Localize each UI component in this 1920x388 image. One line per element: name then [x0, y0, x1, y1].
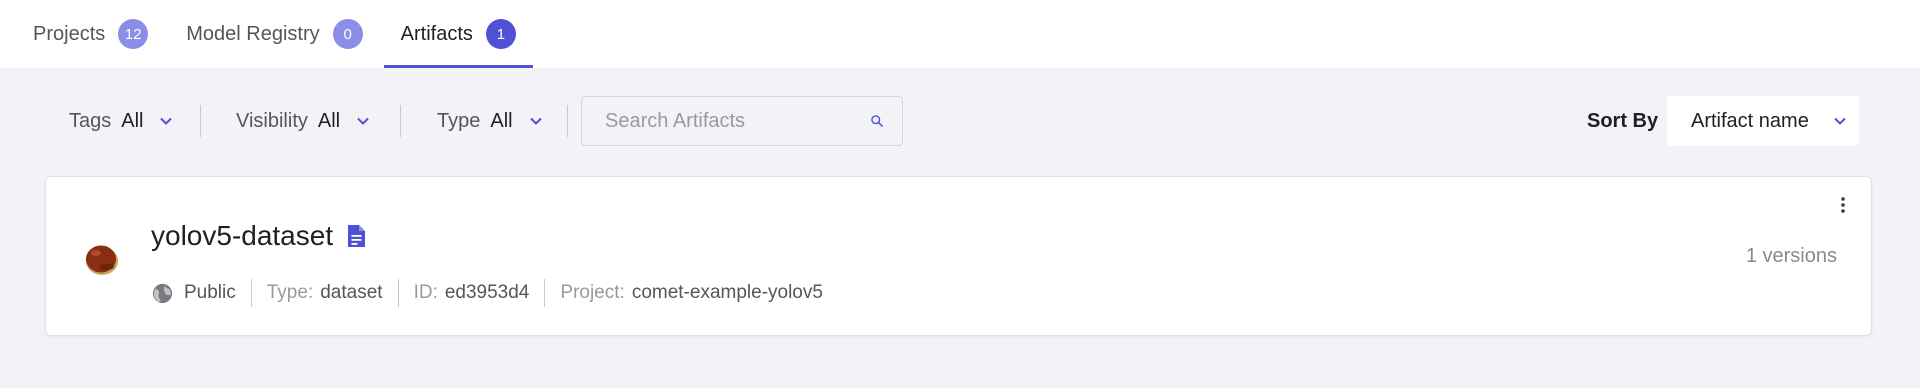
- tags-filter-value: All: [121, 109, 144, 132]
- chestnut-avatar-icon: [86, 245, 118, 275]
- search-icon[interactable]: [870, 110, 884, 132]
- tab-projects[interactable]: Projects 12: [33, 0, 165, 68]
- meta-divider: [397, 279, 399, 307]
- tab-model-registry-count-badge: 0: [332, 19, 363, 49]
- tags-filter[interactable]: Tags All: [69, 96, 173, 146]
- artifact-card[interactable]: yolov5-dataset Public Type: dataset ID: …: [45, 176, 1872, 336]
- search-box: [581, 96, 903, 146]
- visibility-meta: Public: [151, 282, 236, 305]
- type-filter-label: Type: [437, 109, 481, 132]
- type-meta-value: dataset: [320, 282, 383, 303]
- type-filter[interactable]: Type All: [437, 96, 543, 146]
- tab-projects-count-badge: 12: [118, 19, 149, 49]
- visibility-filter-label: Visibility: [236, 109, 308, 132]
- type-meta-label: Type:: [266, 282, 314, 303]
- filter-divider: [200, 105, 201, 137]
- chevron-down-icon: [1834, 117, 1846, 125]
- project-meta-label: Project:: [560, 282, 625, 303]
- chevron-down-icon: [529, 117, 542, 125]
- artifact-meta: Public Type: dataset ID: ed3953d4 Projec…: [151, 277, 823, 309]
- tab-artifacts-label: Artifacts: [400, 22, 473, 45]
- tab-projects-label: Projects: [33, 22, 106, 45]
- filter-divider: [400, 105, 401, 137]
- tab-artifacts[interactable]: Artifacts 1: [383, 0, 534, 68]
- tags-filter-label: Tags: [69, 109, 112, 132]
- chevron-down-icon: [160, 117, 173, 125]
- project-meta: Project: comet-example-yolov5: [560, 282, 823, 304]
- tab-artifacts-count-badge: 1: [485, 19, 516, 49]
- sort-select-value: Artifact name: [1691, 109, 1809, 132]
- id-meta: ID: ed3953d4: [414, 282, 530, 304]
- tab-model-registry[interactable]: Model Registry 0: [169, 0, 379, 68]
- type-filter-value: All: [490, 109, 513, 132]
- document-icon: [348, 225, 366, 247]
- meta-divider: [544, 279, 546, 307]
- visibility-filter[interactable]: Visibility All: [236, 96, 370, 146]
- more-vertical-icon[interactable]: [1837, 195, 1849, 215]
- globe-icon: [152, 283, 173, 303]
- meta-divider: [250, 279, 252, 307]
- id-meta-label: ID:: [413, 282, 438, 303]
- artifact-title: yolov5-dataset: [151, 218, 367, 254]
- visibility-value: Public: [184, 282, 236, 303]
- sort-by-label: Sort By: [1587, 109, 1659, 132]
- chevron-down-icon: [357, 117, 369, 125]
- type-meta: Type: dataset: [267, 282, 383, 304]
- artifact-name[interactable]: yolov5-dataset: [151, 220, 333, 252]
- tab-bar: Projects 12 Model Registry 0 Artifacts 1: [0, 0, 1920, 68]
- tab-model-registry-label: Model Registry: [186, 22, 320, 45]
- versions-count: 1 versions: [1745, 245, 1837, 267]
- project-meta-value[interactable]: comet-example-yolov5: [632, 282, 823, 304]
- sort-select[interactable]: Artifact name: [1667, 96, 1859, 146]
- filter-toolbar: Tags All Visibility All Type All Sort By…: [0, 96, 1920, 146]
- id-meta-value: ed3953d4: [444, 282, 530, 303]
- visibility-filter-value: All: [317, 109, 341, 132]
- filter-divider: [567, 105, 568, 137]
- search-input[interactable]: [605, 109, 870, 133]
